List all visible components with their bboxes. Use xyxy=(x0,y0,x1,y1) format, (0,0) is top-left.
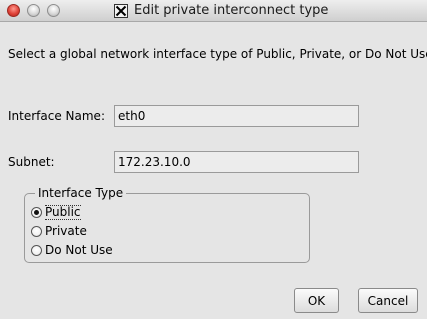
radio-private[interactable]: Private xyxy=(31,223,87,239)
dialog-window: Edit private interconnect type Select a … xyxy=(0,0,427,319)
subnet-label: Subnet: xyxy=(8,155,55,169)
interface-name-input[interactable] xyxy=(114,105,359,127)
radio-button[interactable] xyxy=(31,225,42,237)
interface-name-label: Interface Name: xyxy=(8,109,105,123)
radio-button[interactable] xyxy=(31,244,42,256)
radio-button-selected[interactable] xyxy=(31,206,42,218)
instruction-text: Select a global network interface type o… xyxy=(8,47,427,61)
cancel-button[interactable]: Cancel xyxy=(358,288,418,313)
x11-icon xyxy=(114,4,128,18)
title-bar[interactable]: Edit private interconnect type xyxy=(0,0,427,22)
radio-label: Private xyxy=(45,224,87,238)
interface-type-group-title: Interface Type xyxy=(35,186,127,200)
close-icon[interactable] xyxy=(7,4,20,17)
maximize-icon[interactable] xyxy=(47,4,60,17)
ok-button[interactable]: OK xyxy=(294,288,339,313)
radio-label: Do Not Use xyxy=(45,243,113,257)
minimize-icon[interactable] xyxy=(27,4,40,17)
window-title: Edit private interconnect type xyxy=(134,3,329,18)
radio-do-not-use[interactable]: Do Not Use xyxy=(31,242,113,258)
radio-public[interactable]: Public xyxy=(31,204,81,220)
subnet-input[interactable] xyxy=(114,151,359,173)
radio-label: Public xyxy=(45,204,81,220)
